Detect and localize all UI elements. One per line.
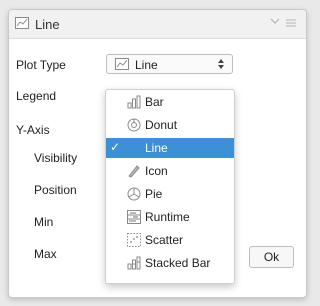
dialog-title: Line	[35, 17, 60, 32]
menu-item-label: Runtime	[145, 210, 190, 224]
menu-item-runtime[interactable]: Runtime	[106, 207, 234, 227]
checkmark-icon: ✓	[110, 140, 121, 154]
menu-item-stacked-bar[interactable]: Stacked Bar	[106, 253, 234, 273]
menu-item-label: Stacked Bar	[145, 256, 211, 270]
menu-item-pie[interactable]: Pie	[106, 184, 234, 204]
position-label: Position	[34, 183, 77, 197]
visibility-label: Visibility	[34, 151, 78, 165]
plot-type-select[interactable]: Line	[106, 54, 233, 74]
y-axis-label: Y-Axis	[16, 123, 50, 137]
pie-chart-icon	[127, 187, 141, 201]
select-arrows-icon	[218, 59, 224, 69]
plot-type-dropdown-menu: Bar Donut ✓ Line Icon Pie Runtime Scatte…	[105, 89, 235, 284]
dialog-header[interactable]: Line	[9, 10, 306, 39]
menu-item-label: Donut	[145, 118, 178, 132]
legend-label: Legend	[16, 89, 57, 103]
plot-type-value: Line	[135, 58, 158, 72]
plot-settings-dialog: Line Plot Type Line Legend Y-Axis Visibi…	[8, 9, 307, 298]
scatter-chart-icon	[127, 233, 141, 247]
menu-item-label: Bar	[145, 95, 164, 109]
max-label: Max	[34, 247, 57, 261]
menu-item-label: Pie	[145, 187, 163, 201]
donut-chart-icon	[127, 118, 141, 132]
stacked-bar-chart-icon	[127, 256, 141, 270]
menu-item-label: Icon	[145, 164, 168, 178]
min-label: Min	[34, 215, 54, 229]
menu-item-scatter[interactable]: Scatter	[106, 230, 234, 250]
bar-chart-icon	[127, 95, 141, 109]
icon-chart-icon	[128, 165, 140, 178]
line-chart-icon	[115, 58, 129, 70]
menu-item-label: Scatter	[145, 233, 184, 247]
menu-item-line[interactable]: ✓ Line	[106, 138, 234, 158]
chevron-down-icon[interactable]	[270, 17, 280, 25]
menu-item-donut[interactable]: Donut	[106, 115, 234, 135]
runtime-chart-icon	[127, 210, 141, 224]
menu-item-icon[interactable]: Icon	[106, 161, 234, 181]
plot-type-label: Plot Type	[16, 58, 66, 72]
menu-item-label: Line	[145, 141, 168, 155]
menu-icon[interactable]	[286, 18, 296, 28]
line-chart-icon	[15, 17, 29, 29]
ok-button[interactable]: Ok	[249, 246, 294, 268]
menu-item-bar[interactable]: Bar	[106, 92, 234, 112]
